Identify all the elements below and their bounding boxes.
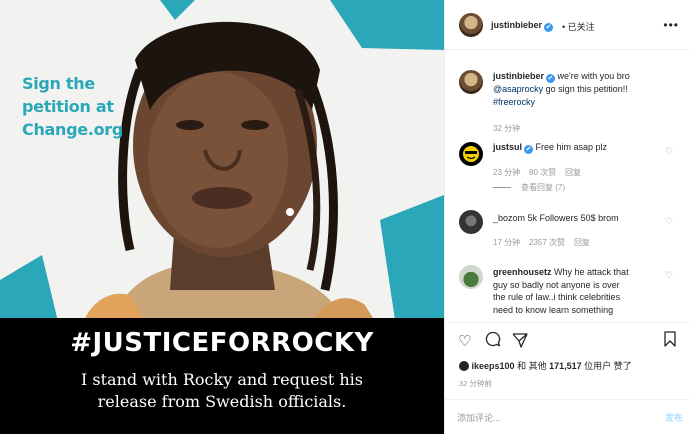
likes-suffix-text: 位用户 赞了 — [584, 361, 632, 371]
post-sidebar: justinbieber ✔ • 已关注 ••• justinbieber ✔ we… — [444, 0, 690, 434]
comment-avatar[interactable] — [459, 210, 483, 234]
avatar[interactable] — [459, 13, 483, 37]
liker-avatar[interactable] — [459, 361, 469, 371]
comment-avatar[interactable] — [459, 265, 483, 289]
comment-username[interactable]: justsul — [493, 142, 522, 152]
caption-mention[interactable]: @asaprocky — [493, 84, 543, 94]
comment-likes[interactable]: 80 次赞 — [529, 168, 556, 177]
caption-hashtag[interactable]: #freerocky — [493, 97, 535, 107]
paper-plane-icon — [512, 333, 528, 348]
comment-body: 5k Followers 50$ brom — [527, 213, 619, 223]
statement-line-2: release from Swedish officials. — [97, 392, 347, 411]
comment-time[interactable]: 17 分钟 — [493, 238, 520, 247]
verified-badge-icon: ✔ — [544, 23, 554, 32]
comment-body-line: the rule of law..i think celebrities — [493, 292, 621, 302]
comment-body: Free him asap plz — [535, 142, 608, 152]
comment-text: _bozom 5k Followers 50$ brom — [493, 212, 663, 225]
comment-input[interactable] — [457, 409, 637, 427]
comment-icon[interactable] — [485, 331, 501, 351]
comment-text: justsul ✔ Free him asap plz — [493, 141, 663, 154]
petition-text: Sign the petition at Change.org — [22, 74, 124, 139]
share-icon[interactable] — [512, 332, 528, 352]
heart-icon[interactable]: ♡ — [665, 270, 673, 281]
liker-username[interactable]: ikeeps100 — [472, 361, 515, 371]
more-icon[interactable]: ••• — [663, 18, 679, 32]
heart-icon[interactable]: ♡ — [665, 216, 673, 227]
follow-status[interactable]: • 已关注 — [562, 20, 595, 33]
post-header: justinbieber ✔ • 已关注 ••• — [445, 0, 690, 50]
caption-text: justinbieber ✔ we're with you bro @asapro… — [493, 70, 678, 108]
heart-icon[interactable]: ♡ — [665, 146, 673, 157]
post-image[interactable]: Sign the petition at Change.org #JUSTICE… — [0, 0, 444, 434]
follow-status-label[interactable]: 已关注 — [568, 22, 595, 32]
comment-meta: 23 分钟 80 次赞 回复 — [493, 167, 581, 178]
comment-body-line: need to know learn something — [493, 304, 614, 315]
comments-list[interactable]: justinbieber ✔ we're with you bro @asapro… — [445, 50, 690, 322]
reply-button[interactable]: 回复 — [574, 238, 590, 247]
comment-bubble-icon — [485, 331, 501, 347]
statement-line-1: I stand with Rocky and request his — [81, 370, 363, 389]
caption-username[interactable]: justinbieber — [493, 71, 544, 81]
comment-body-line: Why he attack that — [554, 267, 629, 277]
view-replies-link[interactable]: 查看回复 (7) — [521, 182, 565, 193]
likes-mid-text: 和 其他 — [517, 361, 547, 371]
verified-badge-icon: ✔ — [546, 74, 556, 83]
comment-text: greenhousetz Why he attack that guy so b… — [493, 266, 663, 316]
comment-time[interactable]: 23 分钟 — [493, 168, 520, 177]
post-comment-button[interactable]: 发布 — [665, 411, 683, 424]
comment-body-line: guy so badly not anyone is over — [493, 279, 620, 290]
banner-hashtag: #JUSTICEFORROCKY — [70, 328, 374, 358]
comment-likes[interactable]: 2357 次赞 — [529, 238, 565, 247]
separator: • — [562, 22, 566, 32]
caption-text-part2: go sign this petition!! — [545, 84, 628, 94]
likes-count[interactable]: 171,517 — [549, 361, 582, 371]
header-username-text[interactable]: justinbieber — [491, 20, 542, 30]
caption-time[interactable]: 32 分钟 — [493, 123, 520, 134]
likes-summary: ikeeps100 和 其他 171,517 位用户 赞了 — [459, 359, 632, 372]
caption-avatar[interactable] — [459, 70, 483, 94]
header-username[interactable]: justinbieber ✔ — [491, 20, 554, 32]
reply-divider — [493, 187, 511, 188]
like-icon[interactable]: ♡ — [458, 332, 471, 350]
post-timestamp[interactable]: 32 分钟前 — [459, 378, 492, 389]
comment-box: 发布 — [445, 399, 690, 434]
smiley-icon — [463, 146, 479, 162]
comment-username[interactable]: _bozom — [493, 213, 525, 223]
comment-username[interactable]: greenhousetz — [493, 267, 552, 277]
reply-button[interactable]: 回复 — [565, 168, 581, 177]
save-icon — [664, 331, 676, 347]
banner-statement: I stand with Rocky and request his relea… — [0, 369, 444, 413]
bookmark-icon[interactable] — [663, 331, 677, 351]
comment-meta: 17 分钟 2357 次赞 回复 — [493, 237, 590, 248]
caption-text-part1: we're with you bro — [557, 71, 630, 81]
verified-badge-icon: ✔ — [524, 145, 534, 154]
comment-avatar[interactable] — [459, 142, 483, 166]
post-actions: ♡ ikeeps100 和 其他 171,517 位用户 赞了 32 分钟前 发… — [445, 322, 690, 434]
